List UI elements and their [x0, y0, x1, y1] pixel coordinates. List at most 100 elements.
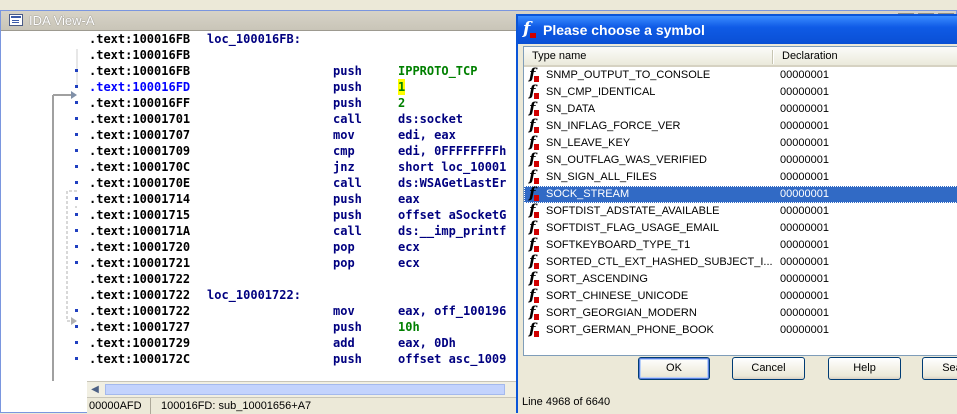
- list-item[interactable]: f SORT_CHINESE_UNICODE 00000001: [524, 287, 957, 305]
- symbol-name: SN_OUTFLAG_WAS_VERIFIED: [546, 154, 707, 166]
- symbol-declaration: 00000001: [780, 222, 829, 234]
- list-item[interactable]: f SNMP_OUTPUT_TO_CONSOLE 00000001: [524, 66, 957, 84]
- function-f-icon: f: [528, 321, 542, 339]
- disasm-operand: 10h: [398, 320, 420, 334]
- list-item[interactable]: f SOFTDIST_FLAG_USAGE_EMAIL 00000001: [524, 219, 957, 237]
- ida-status-bar: 00000AFD 100016FD: sub_10001656+A7: [87, 397, 527, 414]
- breakpoint-dot: [75, 165, 78, 168]
- column-separator[interactable]: [772, 50, 773, 64]
- disasm-address: .text:10001715: [89, 208, 191, 222]
- symbol-declaration: 00000001: [780, 171, 829, 183]
- disasm-mnemonic: push: [333, 96, 362, 110]
- list-item[interactable]: f SORTED_CTL_EXT_HASHED_SUBJECT_I... 00000…: [524, 253, 957, 271]
- column-header-declaration[interactable]: Declaration: [782, 47, 838, 65]
- help-button[interactable]: Help: [828, 357, 901, 380]
- list-item[interactable]: f SOFTDIST_ADSTATE_AVAILABLE 00000001: [524, 202, 957, 220]
- list-header: Type name Declaration: [524, 47, 957, 67]
- function-f-icon: f: [523, 19, 537, 39]
- ida-view-title: IDA View-A: [29, 13, 95, 28]
- breakpoint-dot: [75, 117, 78, 120]
- disasm-address: .text:10001729: [89, 336, 191, 350]
- breakpoint-dot: [75, 341, 78, 344]
- disasm-operand: ds:__imp_printf: [398, 224, 507, 238]
- disasm-operand: offset asc_1009: [398, 352, 507, 366]
- disasm-address: .text:1000172C: [89, 352, 191, 366]
- symbol-declaration: 00000001: [780, 154, 829, 166]
- disasm-address: .text:10001722: [89, 272, 191, 286]
- disassembly-window-icon: [9, 14, 23, 26]
- disasm-mnemonic: push: [333, 352, 362, 366]
- list-item[interactable]: f SN_INFLAG_FORCE_VER 00000001: [524, 117, 957, 135]
- symbol-declaration: 00000001: [780, 69, 829, 81]
- ok-button[interactable]: OK: [638, 357, 710, 380]
- breakpoint-dot: [75, 309, 78, 312]
- disasm-address: .text:10001701: [89, 112, 191, 126]
- scroll-thumb[interactable]: [105, 384, 505, 395]
- disasm-mnemonic: pop: [333, 240, 355, 254]
- symbol-name: SORT_GERMAN_PHONE_BOOK: [546, 324, 714, 336]
- scroll-left-icon[interactable]: ◀: [89, 384, 101, 396]
- list-item[interactable]: f SORT_GERMAN_PHONE_BOOK 00000001: [524, 321, 957, 339]
- disasm-operand: short loc_10001: [398, 160, 507, 174]
- breakpoint-dot: [75, 213, 78, 216]
- disasm-address: .text:100016FB: [89, 64, 191, 78]
- symbol-declaration: 00000001: [780, 273, 829, 285]
- breakpoint-dot: [75, 245, 78, 248]
- disasm-operand: ds:WSAGetLastEr: [398, 176, 507, 190]
- symbol-list[interactable]: Type name Declaration f SNMP_OUTPUT_TO_CO…: [523, 46, 957, 356]
- status-location: 100016FD: sub_10001656+A7: [161, 400, 312, 412]
- disasm-address: .text:10001722: [89, 288, 191, 302]
- disasm-address: .text:100016FD: [89, 80, 191, 94]
- breakpoint-dot: [75, 229, 78, 232]
- dialog-title: Please choose a symbol: [543, 22, 705, 38]
- breakpoint-dot: [75, 357, 78, 360]
- list-item[interactable]: f SOFTKEYBOARD_TYPE_T1 00000001: [524, 236, 957, 254]
- list-item[interactable]: f SN_CMP_IDENTICAL 00000001: [524, 83, 957, 101]
- list-item[interactable]: f SN_LEAVE_KEY 00000001: [524, 134, 957, 152]
- dialog-status-line: Line 4968 of 6640: [522, 396, 611, 408]
- breakpoint-dot: [75, 181, 78, 184]
- breakpoint-dot: [75, 69, 78, 72]
- symbol-declaration: 00000001: [780, 256, 829, 268]
- list-item[interactable]: f SORT_ASCENDING 00000001: [524, 270, 957, 288]
- breakpoint-dot: [75, 133, 78, 136]
- breakpoint-dot: [75, 85, 78, 88]
- symbol-declaration: 00000001: [780, 120, 829, 132]
- disasm-operand: offset aSocketG: [398, 208, 507, 222]
- symbol-name: SNMP_OUTPUT_TO_CONSOLE: [546, 69, 711, 81]
- disasm-mnemonic: call: [333, 176, 362, 190]
- disasm-mnemonic: pop: [333, 256, 355, 270]
- symbol-declaration: 00000001: [780, 188, 829, 200]
- symbol-declaration: 00000001: [780, 137, 829, 149]
- disasm-operand: edi, 0FFFFFFFFh: [398, 144, 507, 158]
- disasm-mnemonic: push: [333, 80, 362, 94]
- disassembly-listing[interactable]: .text:100016FB loc_100016FB: .text:100016F…: [87, 31, 527, 381]
- breakpoint-dot: [75, 261, 78, 264]
- search-button[interactable]: Sea: [922, 357, 957, 380]
- cancel-button[interactable]: Cancel: [732, 357, 805, 380]
- list-item[interactable]: f SN_DATA 00000001: [524, 100, 957, 118]
- disasm-address: .text:10001709: [89, 144, 191, 158]
- symbol-declaration: 00000001: [780, 290, 829, 302]
- disasm-mnemonic: push: [333, 320, 362, 334]
- disasm-label: loc_10001722:: [207, 288, 301, 302]
- disasm-mnemonic: call: [333, 112, 362, 126]
- disasm-address: .text:1000171A: [89, 224, 191, 238]
- breakpoint-dot: [75, 197, 78, 200]
- symbol-name: SN_INFLAG_FORCE_VER: [546, 120, 681, 132]
- choose-symbol-dialog: f Please choose a symbol Type name Decla…: [516, 14, 957, 413]
- dialog-titlebar[interactable]: f Please choose a symbol: [518, 16, 957, 44]
- list-item[interactable]: f SOCK_STREAM 00000001: [524, 185, 957, 203]
- list-item[interactable]: f SORT_GEORGIAN_MODERN 00000001: [524, 304, 957, 322]
- disasm-address: .text:10001722: [89, 304, 191, 318]
- disasm-operand: eax, 0Dh: [398, 336, 456, 350]
- list-item[interactable]: f SN_SIGN_ALL_FILES 00000001: [524, 168, 957, 186]
- list-item[interactable]: f SN_OUTFLAG_WAS_VERIFIED 00000001: [524, 151, 957, 169]
- symbol-declaration: 00000001: [780, 205, 829, 217]
- column-header-type-name[interactable]: Type name: [532, 47, 586, 65]
- disasm-operand: IPPROTO_TCP: [398, 64, 478, 78]
- disasm-operand: ecx: [398, 240, 420, 254]
- disasm-mnemonic: mov: [333, 128, 355, 142]
- disasm-address: .text:10001714: [89, 192, 191, 206]
- horizontal-scrollbar[interactable]: ◀: [87, 381, 527, 397]
